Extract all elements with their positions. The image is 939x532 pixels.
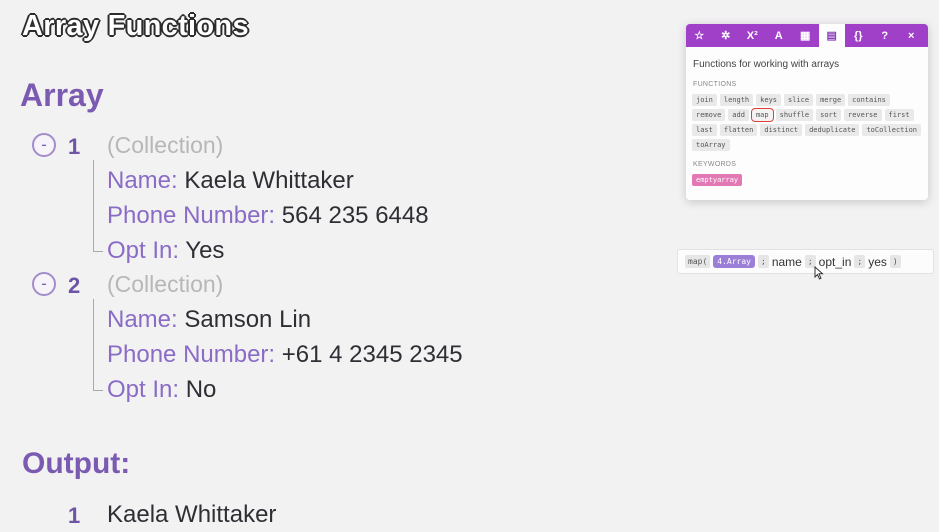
function-chip-merge[interactable]: merge (816, 94, 846, 106)
function-chip-sort[interactable]: sort (816, 109, 841, 121)
keyword-chip-emptyarray[interactable]: emptyarray (692, 174, 743, 186)
function-chip-slice[interactable]: slice (784, 94, 814, 106)
field-value: Samson Lin (184, 306, 312, 333)
gear-icon[interactable]: ✲ (713, 24, 740, 47)
page-title: Array Functions (22, 10, 249, 42)
field-key: Name: (107, 306, 178, 333)
item-2-type: (Collection) (107, 271, 224, 297)
function-chip-keys[interactable]: keys (756, 94, 782, 106)
keyword-list: emptyarray (692, 174, 924, 186)
braces-icon[interactable]: {} (845, 24, 872, 47)
field-key: Phone Number: (107, 341, 276, 368)
item-1-index: 1 (68, 134, 81, 159)
output-heading: Output: (22, 447, 131, 480)
tree-connector (93, 160, 94, 182)
tree-connector (93, 299, 94, 321)
item-2-index: 2 (68, 273, 81, 298)
function-panel: ☆ ✲ X² A ▦ ▤ {} ? × Functions for workin… (686, 24, 928, 200)
item-2-name-field: Name: Samson Lin (107, 306, 311, 334)
output-row-index: 1 (68, 503, 81, 528)
function-chip-shuffle[interactable]: shuffle (775, 109, 814, 121)
function-chip-join[interactable]: join (692, 94, 717, 106)
item-1-optin-field: Opt In: Yes (107, 237, 224, 265)
tree-connector (93, 321, 94, 356)
tree-connector (93, 182, 94, 217)
field-value: No (185, 376, 217, 403)
close-icon[interactable]: × (898, 24, 925, 47)
field-value: +61 4 2345 2345 (281, 341, 463, 368)
array-table-icon[interactable]: ▤ (818, 24, 845, 47)
function-chip-add[interactable]: add (728, 109, 749, 121)
item-1-type: (Collection) (107, 132, 224, 158)
item-1-phone-field: Phone Number: 564 235 6448 (107, 202, 429, 230)
function-chip-length[interactable]: length (719, 94, 754, 106)
collapse-item-2-button[interactable]: - (32, 272, 56, 296)
output-row-value: Kaela Whittaker (107, 501, 277, 528)
calendar-icon[interactable]: ▦ (792, 24, 819, 47)
function-list: join length keys slice merge contains remove ad… (692, 94, 924, 151)
panel-description: Functions for working with arrays (693, 59, 840, 70)
formula-arg-key[interactable]: name (772, 255, 802, 269)
field-value: Yes (185, 237, 225, 264)
superscript-icon[interactable]: X² (739, 24, 766, 47)
tree-connector (93, 217, 103, 252)
panel-tab-bar: ☆ ✲ X² A ▦ ▤ {} ? × (686, 24, 928, 47)
field-key: Name: (107, 167, 178, 194)
functions-label: FUNCTIONS (693, 81, 737, 88)
field-value: Kaela Whittaker (184, 167, 354, 194)
field-key: Opt In: (107, 376, 180, 403)
formula-arg-value[interactable]: yes (868, 255, 887, 269)
array-heading: Array (20, 77, 104, 113)
formula-separator: ; (854, 255, 866, 268)
mouse-cursor-icon (814, 266, 824, 280)
help-icon[interactable]: ? (872, 24, 899, 47)
function-chip-toCollection[interactable]: toCollection (862, 124, 922, 136)
function-chip-deduplicate[interactable]: deduplicate (805, 124, 860, 136)
function-chip-contains[interactable]: contains (848, 94, 890, 106)
item-2-phone-field: Phone Number: +61 4 2345 2345 (107, 341, 463, 369)
formula-close-token: ) (889, 255, 901, 268)
star-icon[interactable]: ☆ (686, 24, 713, 47)
field-key: Opt In: (107, 237, 180, 264)
formula-bar[interactable]: map( 4.Array ; name ; opt_in ; yes ) (677, 249, 934, 274)
collapse-item-1-button[interactable]: - (32, 133, 56, 157)
text-icon[interactable]: A (766, 24, 793, 47)
function-chip-last[interactable]: last (692, 124, 717, 136)
function-chip-map[interactable]: map (750, 108, 774, 122)
field-value: 564 235 6448 (281, 202, 429, 229)
function-chip-reverse[interactable]: reverse (843, 109, 882, 121)
function-chip-toArray[interactable]: toArray (692, 139, 730, 151)
function-chip-distinct[interactable]: distinct (760, 124, 803, 136)
function-chip-remove[interactable]: remove (692, 109, 726, 121)
item-1-name-field: Name: Kaela Whittaker (107, 167, 354, 195)
formula-separator: ; (757, 255, 769, 268)
tree-connector (93, 356, 103, 391)
formula-function-token[interactable]: map( (685, 255, 711, 268)
keywords-label: KEYWORDS (693, 161, 737, 168)
formula-array-pill[interactable]: 4.Array (713, 255, 755, 268)
item-2-optin-field: Opt In: No (107, 376, 216, 404)
function-chip-flatten[interactable]: flatten (719, 124, 758, 136)
function-chip-first[interactable]: first (884, 109, 914, 121)
field-key: Phone Number: (107, 202, 276, 229)
